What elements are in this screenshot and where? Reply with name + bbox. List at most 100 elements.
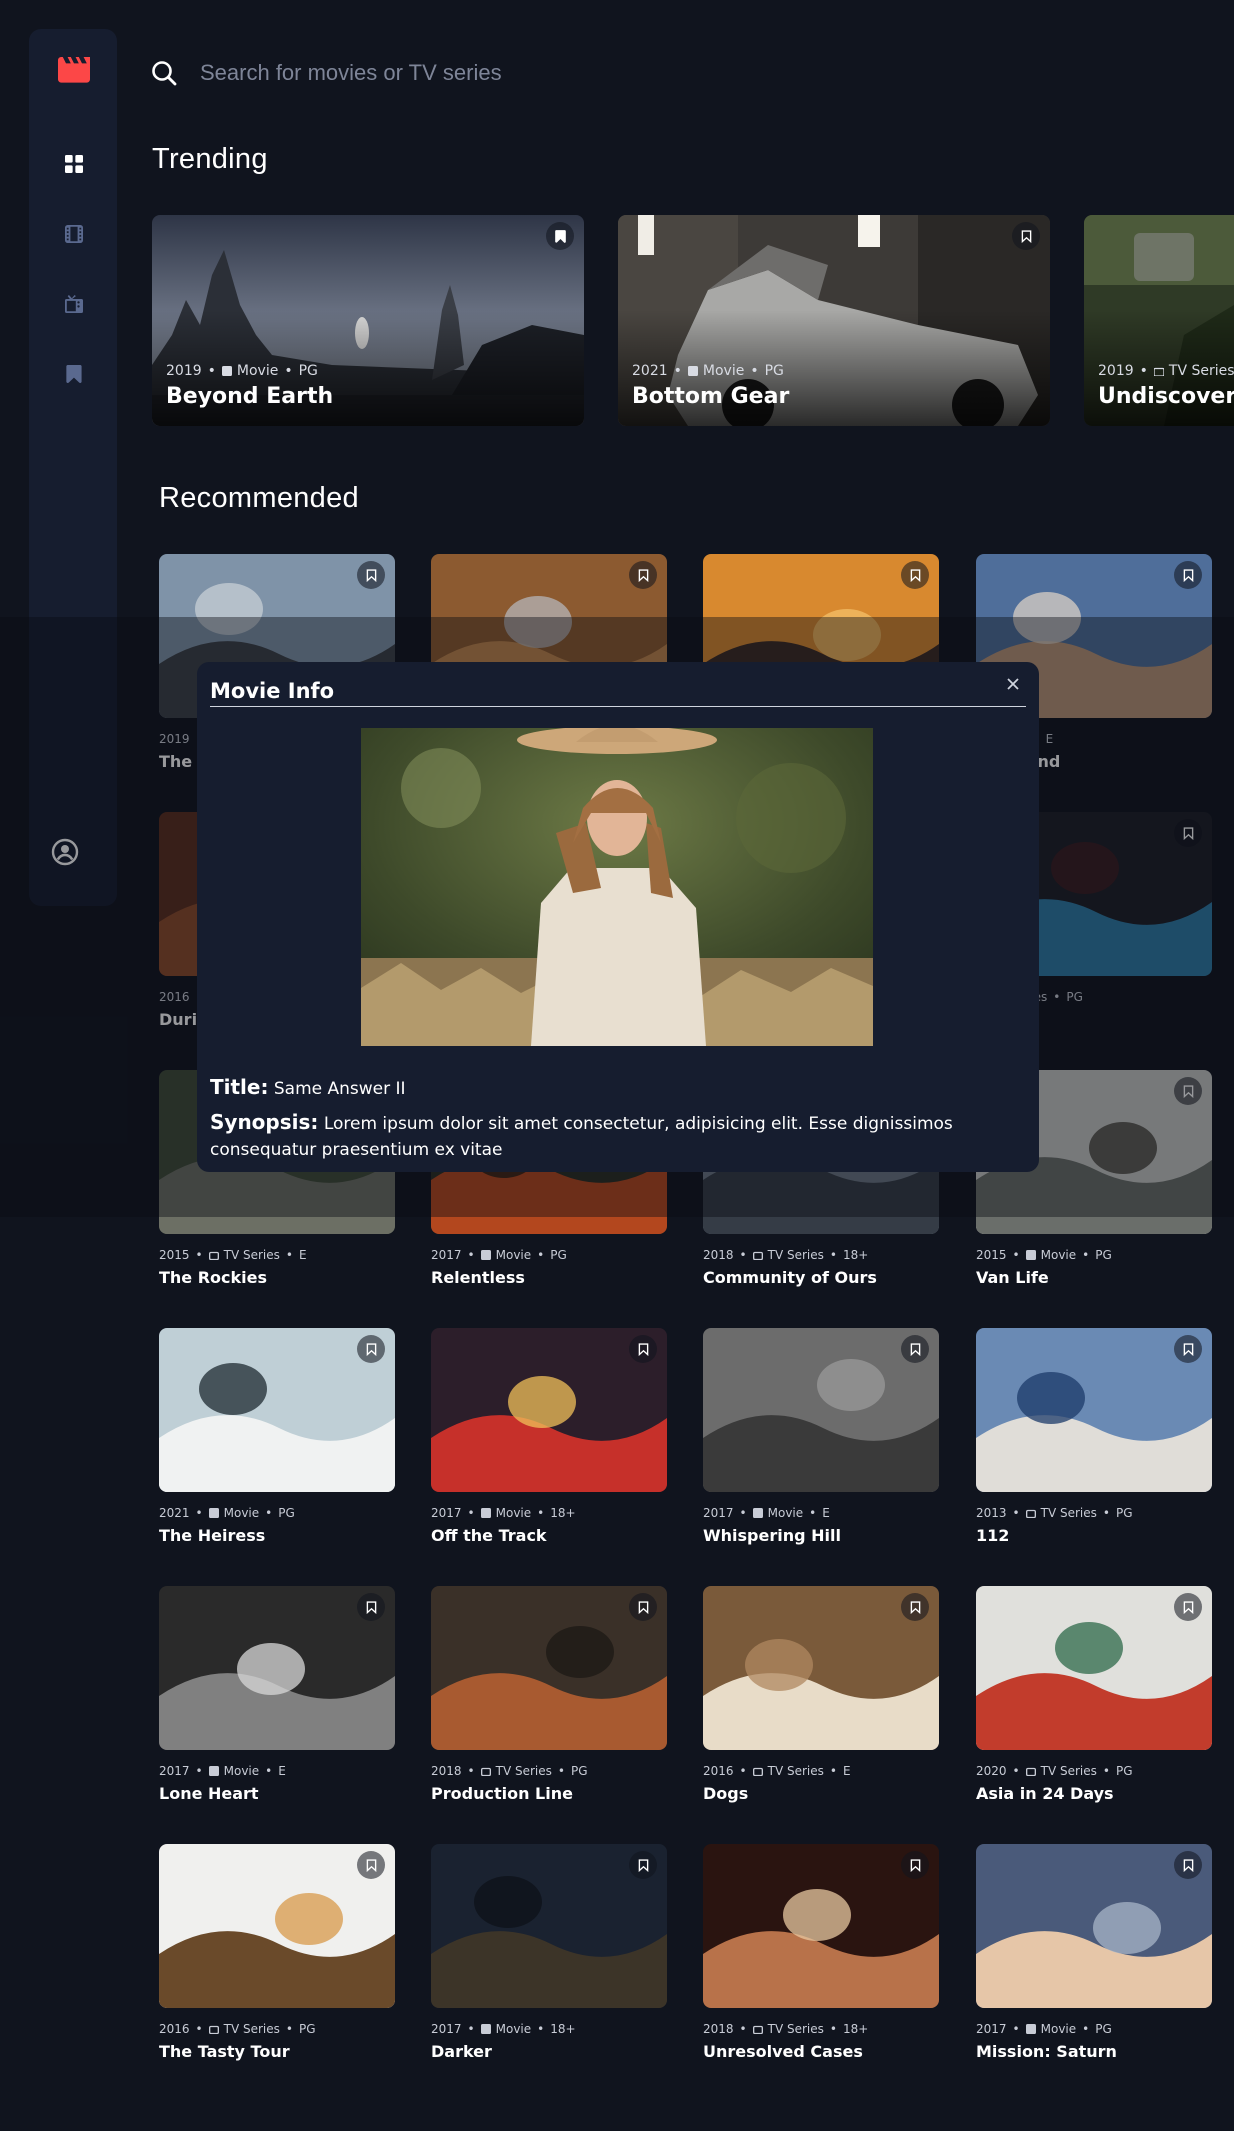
media-rating: PG xyxy=(1095,2022,1112,2036)
close-icon[interactable] xyxy=(1005,676,1021,692)
search-icon xyxy=(152,61,177,86)
media-card[interactable]: 2013 • TV Series • PG 112 xyxy=(976,1328,1212,1545)
media-thumbnail[interactable] xyxy=(159,1586,395,1750)
film-icon xyxy=(480,2024,491,2034)
bookmark-button[interactable] xyxy=(357,1335,385,1363)
film-icon xyxy=(221,366,232,376)
bookmark-outline-icon xyxy=(638,1600,648,1614)
trending-card[interactable]: 2021 • Movie • PG Bottom Gear xyxy=(618,215,1050,426)
media-title: Community of Ours xyxy=(703,1268,877,1287)
clapperboard-icon[interactable] xyxy=(58,57,90,83)
media-thumbnail[interactable] xyxy=(431,1844,667,2008)
media-title: Unresolved Cases xyxy=(703,2042,863,2061)
bookmark-button[interactable] xyxy=(1174,1851,1202,1879)
media-card[interactable]: 2021 • Movie • PG The Heiress xyxy=(159,1328,395,1545)
film-icon xyxy=(480,1250,491,1260)
media-rating: 18+ xyxy=(842,1248,869,1262)
media-year: 2018 xyxy=(703,2022,734,2036)
bookmark-button[interactable] xyxy=(901,561,929,589)
bookmark-icon[interactable] xyxy=(66,365,82,383)
media-rating: PG xyxy=(570,1764,588,1778)
trending-heading: Trending xyxy=(152,143,268,175)
bookmark-button[interactable] xyxy=(1174,561,1202,589)
bookmark-button[interactable] xyxy=(901,1335,929,1363)
media-card[interactable]: 2016 • TV Series • PG The Tasty Tour xyxy=(159,1844,395,2061)
media-card[interactable]: 2017 • Movie • E Lone Heart xyxy=(159,1586,395,1803)
film-icon[interactable] xyxy=(65,225,83,243)
media-thumbnail[interactable] xyxy=(703,1844,939,2008)
tv-icon xyxy=(1025,1509,1036,1518)
media-card[interactable]: 2017 • Movie • E Whispering Hill xyxy=(703,1328,939,1545)
bookmark-outline-icon xyxy=(638,568,648,582)
media-card[interactable]: 2020 • TV Series • PG Asia in 24 Days xyxy=(976,1586,1212,1803)
media-category: Movie xyxy=(223,1506,260,1520)
modal-header: Movie Info xyxy=(210,679,1026,707)
media-meta: 2015 • TV Series • E xyxy=(159,1248,307,1262)
media-meta: 2017 • Movie • E xyxy=(159,1764,286,1778)
media-category: TV Series xyxy=(223,2022,280,2036)
media-thumbnail[interactable] xyxy=(431,1328,667,1492)
search-input[interactable] xyxy=(200,52,960,94)
media-card[interactable]: 2017 • Movie • 18+ Off the Track xyxy=(431,1328,667,1545)
bookmark-button[interactable] xyxy=(629,1335,657,1363)
bookmark-button[interactable] xyxy=(1174,1335,1202,1363)
bookmark-button[interactable] xyxy=(357,561,385,589)
media-year: 2017 xyxy=(431,1248,462,1262)
bookmark-button[interactable] xyxy=(357,1593,385,1621)
media-category: Movie xyxy=(767,1506,804,1520)
media-year: 2017 xyxy=(703,1506,734,1520)
bookmark-outline-icon xyxy=(910,568,920,582)
recommended-heading: Recommended xyxy=(159,482,359,514)
film-icon xyxy=(480,1508,491,1518)
bookmark-outline-icon xyxy=(638,1342,648,1356)
bookmark-button[interactable] xyxy=(901,1593,929,1621)
media-year: 2017 xyxy=(431,2022,462,2036)
bookmark-outline-icon xyxy=(1183,1600,1193,1614)
media-thumbnail[interactable] xyxy=(976,1586,1212,1750)
bookmark-button[interactable] xyxy=(629,1593,657,1621)
modal-title-row: Title: Same Answer II xyxy=(210,1074,1030,1102)
film-icon xyxy=(1025,2024,1036,2034)
trending-card[interactable]: 2019•TV Series Undiscovered xyxy=(1084,215,1234,426)
bookmark-outline-icon xyxy=(638,1858,648,1872)
media-card[interactable]: 2018 • TV Series • 18+ Unresolved Cases xyxy=(703,1844,939,2061)
media-rating: E xyxy=(842,1764,851,1778)
grid-icon[interactable] xyxy=(65,155,83,173)
media-thumbnail[interactable] xyxy=(976,1844,1212,2008)
bookmark-button[interactable] xyxy=(1012,222,1040,250)
bookmark-button[interactable] xyxy=(629,1851,657,1879)
trending-card[interactable]: 2019 • Movie • PG Beyond Earth xyxy=(152,215,584,426)
media-title: Lone Heart xyxy=(159,1784,259,1803)
trending-year: 2019 xyxy=(166,363,202,379)
media-thumbnail[interactable] xyxy=(703,1586,939,1750)
media-thumbnail[interactable] xyxy=(159,1844,395,2008)
media-card[interactable]: 2017 • Movie • 18+ Darker xyxy=(431,1844,667,2061)
bookmark-button[interactable] xyxy=(1174,1593,1202,1621)
media-meta: 2017 • Movie • E xyxy=(703,1506,830,1520)
tv-icon xyxy=(480,1767,491,1776)
media-card[interactable]: 2016 • TV Series • E Dogs xyxy=(703,1586,939,1803)
bookmark-button[interactable] xyxy=(629,561,657,589)
media-category: TV Series xyxy=(767,1764,824,1778)
media-thumbnail[interactable] xyxy=(976,1328,1212,1492)
media-year: 2020 xyxy=(976,1764,1007,1778)
media-card[interactable]: 2017 • Movie • PG Mission: Saturn xyxy=(976,1844,1212,2061)
media-thumbnail[interactable] xyxy=(431,1586,667,1750)
bookmark-button[interactable] xyxy=(901,1851,929,1879)
bookmark-button[interactable] xyxy=(357,1851,385,1879)
media-card[interactable]: 2018 • TV Series • PG Production Line xyxy=(431,1586,667,1803)
modal-synopsis-row: Synopsis: Lorem ipsum dolor sit amet con… xyxy=(210,1109,1030,1163)
media-category: Movie xyxy=(495,1248,532,1262)
tv-icon[interactable] xyxy=(65,295,83,313)
media-thumbnail[interactable] xyxy=(159,1328,395,1492)
trending-category: Movie xyxy=(236,363,279,379)
media-year: 2021 xyxy=(159,1506,190,1520)
trending-category: TV Series xyxy=(1168,363,1234,379)
bookmark-button[interactable] xyxy=(546,222,574,250)
media-thumbnail[interactable] xyxy=(703,1328,939,1492)
media-category: TV Series xyxy=(223,1248,280,1262)
title-value: Same Answer II xyxy=(273,1079,406,1099)
media-category: Movie xyxy=(223,1764,260,1778)
trending-rating: PG xyxy=(764,363,784,379)
media-title: Van Life xyxy=(976,1268,1049,1287)
